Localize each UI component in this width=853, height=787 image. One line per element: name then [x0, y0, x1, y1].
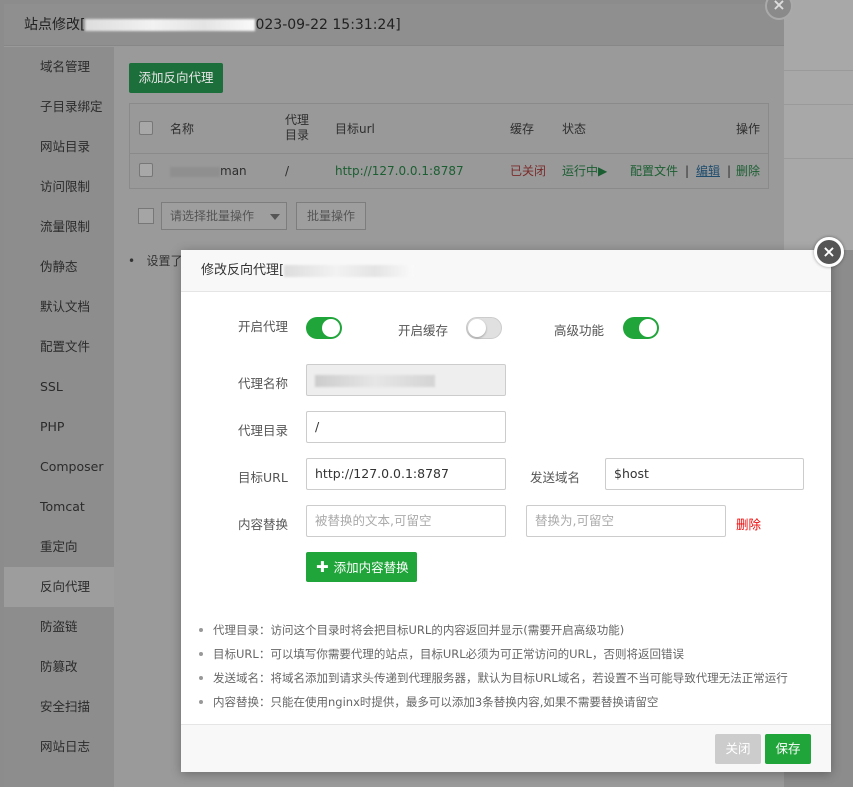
background-row-line — [780, 158, 853, 159]
row-separator: | — [685, 164, 690, 178]
table-header: 名称 代理目录 目标url 缓存 状态 操作 — [130, 104, 768, 154]
advanced-toggle-label: 高级功能 — [554, 323, 605, 338]
tip-text: 目标URL：可以填写你需要代理的站点，目标URL必须为可正常访问的URL，否则将… — [213, 647, 684, 661]
bullet-icon — [199, 676, 203, 680]
sidebar-item[interactable]: SSL — [4, 367, 114, 407]
background-row-line — [780, 70, 853, 71]
target-url-input[interactable]: http://127.0.0.1:8787 — [306, 458, 506, 490]
chevron-down-icon — [270, 214, 280, 220]
col-status: 状态 — [562, 122, 587, 136]
close-button[interactable]: 关闭 — [715, 734, 761, 764]
proxy-name-label: 代理名称 — [238, 376, 289, 391]
row-dir: / — [285, 164, 290, 178]
sidebar-item[interactable]: 配置文件 — [4, 327, 114, 367]
redacted-proxy-name — [284, 264, 415, 277]
save-button[interactable]: 保存 — [765, 734, 811, 764]
dialog-footer: 关闭 保存 — [181, 724, 831, 772]
sidebar-item[interactable]: PHP — [4, 407, 114, 447]
row-name: man — [170, 154, 247, 188]
redacted-site-name — [85, 19, 256, 31]
sidebar-item[interactable]: 访问限制 — [4, 167, 114, 207]
table-row: man / http://127.0.0.1:8787 已关闭 运行中▶ 配置文… — [130, 154, 768, 188]
toggle-knob — [322, 319, 340, 337]
cache-toggle-label: 开启缓存 — [398, 323, 449, 338]
proxy-toggle[interactable] — [306, 317, 342, 339]
toggle-knob — [639, 319, 657, 337]
site-edit-title: 站点修改[023-09-22 15:31:24] — [4, 4, 784, 46]
tip-item: 内容替换：只能在使用nginx时提供，最多可以添加3条替换内容,如果不需要替换请… — [199, 690, 819, 714]
col-name: 名称 — [170, 122, 195, 136]
redacted-proxy-name — [170, 166, 220, 177]
sidebar-item[interactable]: 防篡改 — [4, 647, 114, 687]
replace-from-input[interactable]: 被替换的文本,可留空 — [306, 505, 506, 537]
sidebar-item[interactable]: Composer — [4, 447, 114, 487]
background-row-line — [780, 104, 853, 105]
tip-text: 代理目录：访问这个目录时将会把目标URL的内容返回并显示(需要开启高级功能) — [213, 623, 625, 637]
close-icon[interactable]: × — [814, 237, 844, 267]
send-domain-input[interactable]: $host — [605, 458, 804, 490]
sidebar-item[interactable]: 域名管理 — [4, 47, 114, 87]
cache-toggle[interactable] — [466, 317, 502, 339]
tip-item: 发送域名：将域名添加到请求头传递到代理服务器，默认为目标URL域名，若设置不当可… — [199, 666, 819, 690]
sidebar-item[interactable]: 重定向 — [4, 527, 114, 567]
bullet-icon — [199, 700, 203, 704]
add-content-replace-button[interactable]: ✚ 添加内容替换 — [306, 552, 417, 582]
col-target: 目标url — [335, 122, 375, 136]
batch-action-button[interactable]: 批量操作 — [296, 202, 366, 230]
sidebar-item[interactable]: 反向代理 — [4, 567, 114, 607]
row-cache-status[interactable]: 已关闭 — [510, 154, 546, 188]
proxy-table: 名称 代理目录 目标url 缓存 状态 操作 man / http://127.… — [129, 103, 769, 189]
tips-list: 代理目录：访问这个目录时将会把目标URL的内容返回并显示(需要开启高级功能) 目标… — [199, 618, 819, 714]
plus-icon: ✚ — [316, 558, 329, 576]
site-edit-sidebar: 域名管理 子目录绑定 网站目录 访问限制 流量限制 伪静态 默认文档 配置文件 SSL PHP Co… — [4, 47, 114, 787]
replace-delete-link[interactable]: 删除 — [736, 514, 761, 533]
sidebar-item[interactable]: 子目录绑定 — [4, 87, 114, 127]
row-config-file-link[interactable]: 配置文件 — [630, 154, 678, 188]
bullet-icon — [199, 652, 203, 656]
background-site-table — [780, 0, 853, 250]
replace-to-input[interactable]: 替换为,可留空 — [526, 505, 726, 537]
background-hint: • 设置了 — [128, 254, 183, 268]
sidebar-item[interactable]: 安全扫描 — [4, 687, 114, 727]
tip-item: 目标URL：可以填写你需要代理的站点，目标URL必须为可正常访问的URL，否则将… — [199, 642, 819, 666]
proxy-name-field — [306, 364, 506, 396]
sidebar-item[interactable]: 防盗链 — [4, 607, 114, 647]
tip-text: 内容替换：只能在使用nginx时提供，最多可以添加3条替换内容,如果不需要替换请… — [213, 695, 659, 709]
toggle-knob — [468, 319, 486, 337]
sidebar-item[interactable]: 网站日志 — [4, 727, 114, 767]
row-running-status[interactable]: 运行中▶ — [562, 154, 607, 188]
row-target-url: http://127.0.0.1:8787 — [335, 164, 464, 178]
row-delete-link[interactable]: 删除 — [736, 154, 760, 188]
tip-text: 发送域名：将域名添加到请求头传递到代理服务器，默认为目标URL域名，若设置不当可… — [213, 671, 788, 685]
send-domain-label: 发送域名 — [530, 470, 581, 485]
advanced-toggle[interactable] — [623, 317, 659, 339]
tip-item: 代理目录：访问这个目录时将会把目标URL的内容返回并显示(需要开启高级功能) — [199, 618, 819, 642]
row-edit-link[interactable]: 编辑 — [696, 154, 720, 188]
col-dir: 代理目录 — [285, 113, 310, 142]
sidebar-item[interactable]: 默认文档 — [4, 287, 114, 327]
edit-reverse-proxy-dialog: 修改反向代理[ 开启代理 开启缓存 高级功能 代理名称 代理目录 / 目标URL… — [181, 250, 831, 772]
sidebar-item[interactable]: Tomcat — [4, 487, 114, 527]
batch-checkbox[interactable] — [138, 208, 154, 224]
row-checkbox[interactable] — [139, 163, 153, 177]
dialog-title: 修改反向代理[ — [181, 250, 831, 292]
sidebar-item[interactable]: 伪静态 — [4, 247, 114, 287]
proxy-dir-label: 代理目录 — [238, 423, 289, 438]
proxy-dir-input[interactable]: / — [306, 411, 506, 443]
col-ops: 操作 — [736, 122, 761, 136]
batch-action-select[interactable]: 请选择批量操作 — [161, 202, 287, 230]
content-replace-label: 内容替换 — [238, 517, 289, 532]
target-url-label: 目标URL — [238, 470, 288, 485]
bullet-icon — [199, 628, 203, 632]
proxy-toggle-label: 开启代理 — [238, 319, 289, 334]
redacted-proxy-name — [315, 374, 435, 387]
select-all-checkbox[interactable] — [139, 121, 153, 135]
sidebar-item[interactable]: 流量限制 — [4, 207, 114, 247]
col-cache: 缓存 — [510, 122, 535, 136]
row-separator: | — [727, 164, 732, 178]
sidebar-item[interactable]: 网站目录 — [4, 127, 114, 167]
add-reverse-proxy-button[interactable]: 添加反向代理 — [129, 63, 223, 93]
